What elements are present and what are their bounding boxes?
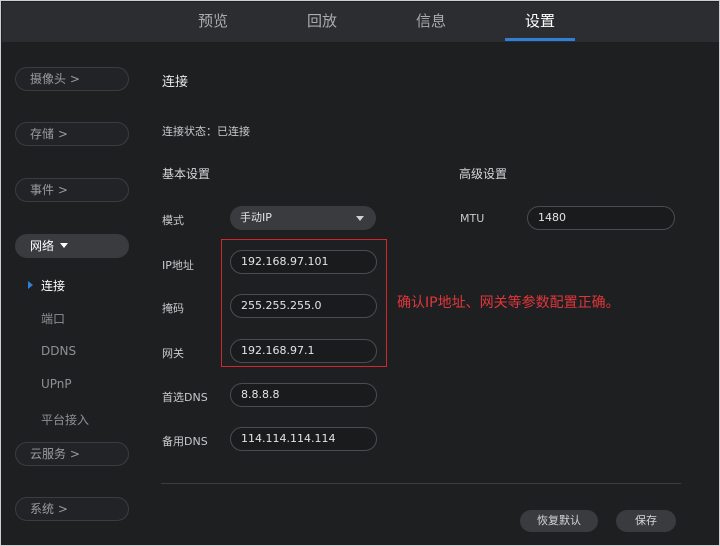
sidebar-item-storage[interactable]: 存储 > [15,122,129,146]
mode-label: 模式 [162,214,184,227]
sidebar-item-cloud[interactable]: 云服务 > [15,442,129,466]
sidebar-item-network-label: 网络 [30,239,55,253]
advanced-settings-heading: 高级设置 [459,167,508,181]
gateway-label: 网关 [162,347,184,360]
tab-info[interactable]: 信息 [396,2,466,42]
connection-status: 连接状态：已连接 [162,125,250,138]
dns2-label: 备用DNS [162,435,208,448]
footer-divider [161,483,681,484]
sidebar-item-camera[interactable]: 摄像头 > [15,67,129,91]
highlight-box [221,239,387,367]
annotation-text: 确认IP地址、网关等参数配置正确。 [397,295,620,311]
mode-select[interactable]: 手动IP [230,206,376,230]
sidebar-sub-platform[interactable]: 平台接入 [41,411,89,428]
dns1-label: 首选DNS [162,391,208,404]
dropdown-caret-icon [356,216,364,221]
sidebar-item-event[interactable]: 事件 > [15,178,129,202]
sidebar-sub-port[interactable]: 端口 [41,310,65,327]
sidebar-item-system[interactable]: 系统 > [15,497,129,521]
save-button[interactable]: 保存 [616,510,676,532]
chevron-down-icon [59,243,68,248]
tab-preview[interactable]: 预览 [178,2,248,42]
page-title: 连接 [162,75,189,90]
dns1-field[interactable]: 8.8.8.8 [230,383,377,407]
app-frame: 预览 回放 信息 设置 摄像头 > 存储 > 事件 > 网络 连接 端口 DDN… [0,0,720,546]
dns2-field[interactable]: 114.114.114.114 [230,427,377,451]
top-nav: 预览 回放 信息 设置 [2,2,719,42]
sidebar-sub-upnp[interactable]: UPnP [41,377,72,391]
mask-label: 掩码 [162,302,184,315]
mtu-label: MTU [460,212,485,225]
restore-default-button[interactable]: 恢复默认 [520,510,598,532]
basic-settings-heading: 基本设置 [162,167,211,181]
mtu-field[interactable]: 1480 [527,206,675,230]
tab-playback[interactable]: 回放 [287,2,357,42]
selected-arrow-icon [28,281,33,289]
ip-label: IP地址 [162,259,194,272]
sidebar-sub-ddns[interactable]: DDNS [41,344,76,358]
mode-select-value: 手动IP [240,211,272,224]
sidebar-item-network[interactable]: 网络 [15,234,129,258]
sidebar-sub-connection[interactable]: 连接 [41,277,65,294]
tab-settings[interactable]: 设置 [505,2,575,42]
